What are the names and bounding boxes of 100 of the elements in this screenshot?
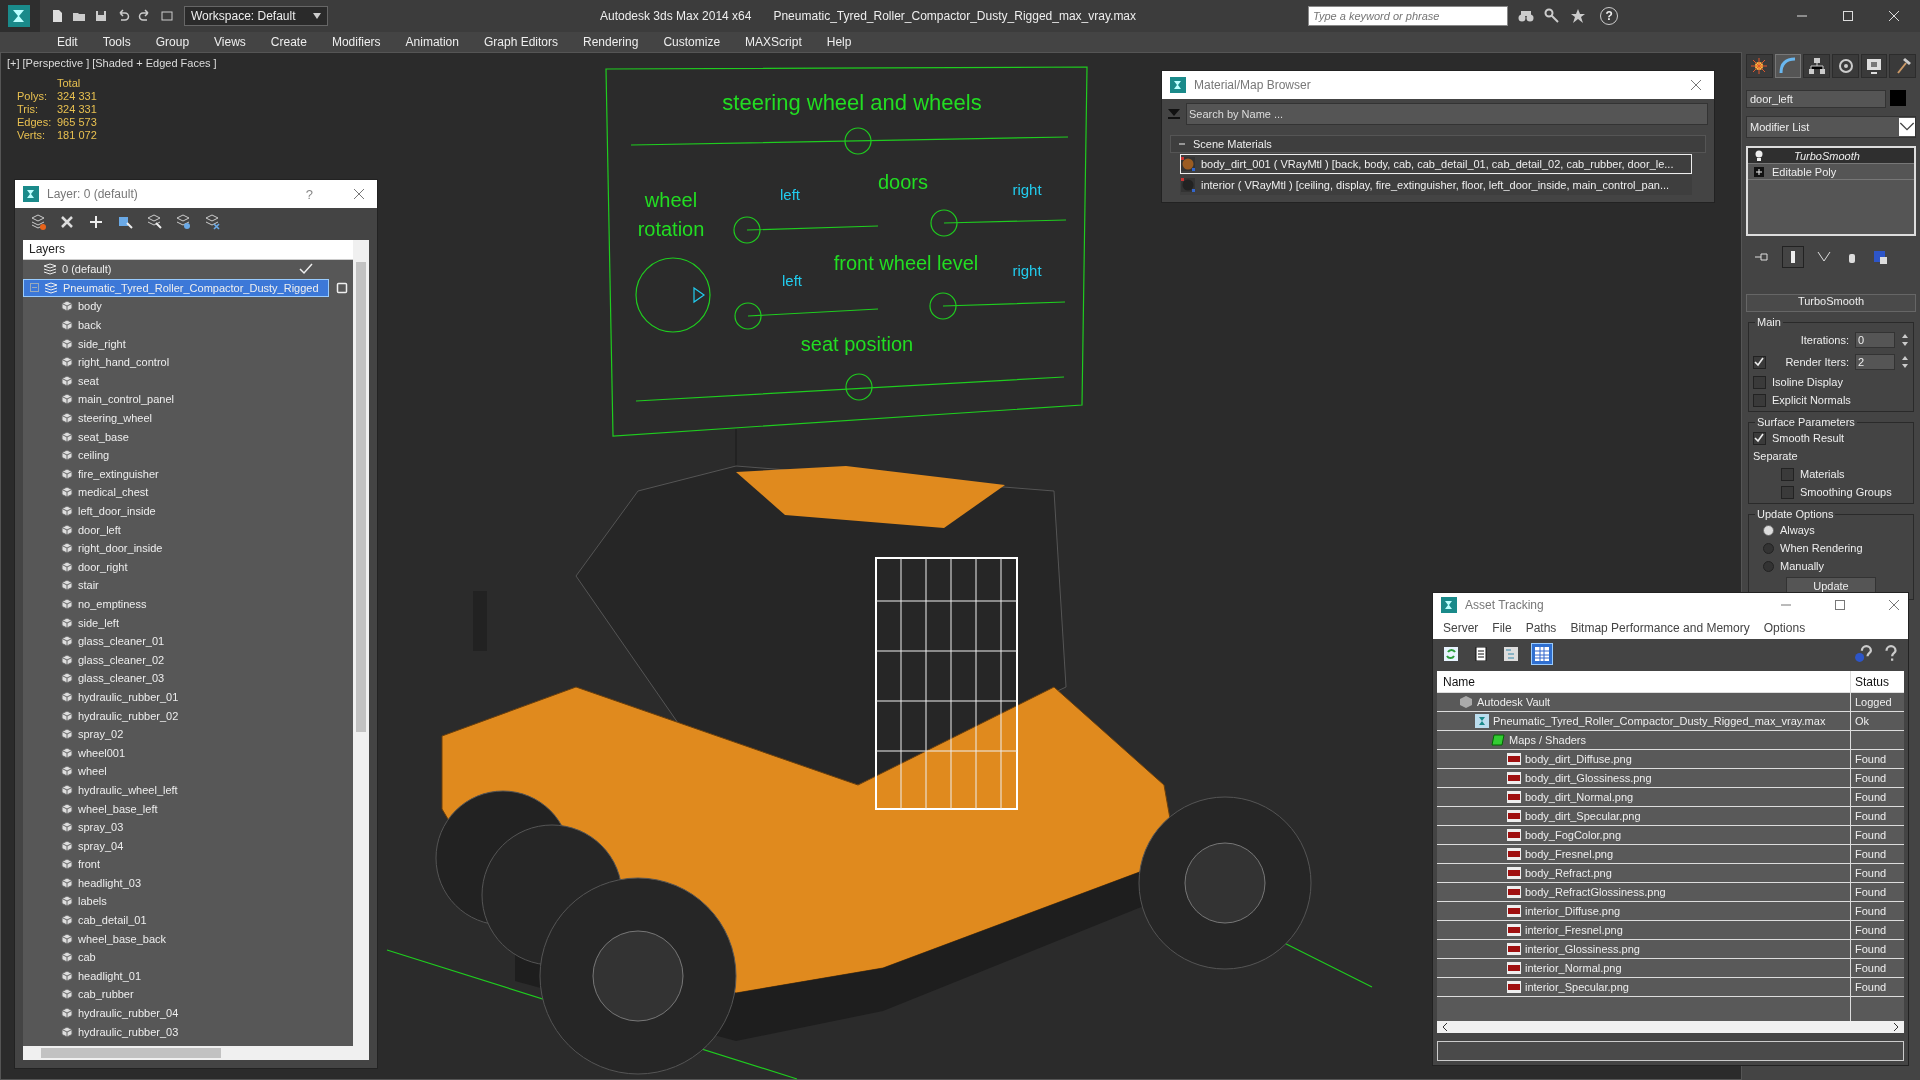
- command-panel-tab[interactable]: [1889, 54, 1917, 78]
- vertical-scrollbar[interactable]: [353, 240, 369, 1046]
- asset-name[interactable]: body_Fresnel.png: [1525, 848, 1614, 860]
- asset-name[interactable]: body_dirt_Glossiness.png: [1525, 772, 1652, 784]
- object-item[interactable]: hydraulic_rubber_03: [23, 1022, 353, 1041]
- group-header[interactable]: Scene Materials: [1170, 135, 1706, 153]
- radio-button[interactable]: [1763, 560, 1774, 572]
- radio-button[interactable]: [1763, 542, 1774, 554]
- object-item[interactable]: ceiling: [23, 445, 353, 465]
- help-question-icon[interactable]: [1882, 645, 1900, 663]
- asset-name[interactable]: Autodesk Vault: [1477, 696, 1551, 708]
- object-item[interactable]: fire_extinguisher: [23, 464, 353, 484]
- select-layer-icon[interactable]: [146, 214, 162, 230]
- add-icon[interactable]: [88, 214, 104, 230]
- menu-item[interactable]: Options: [1763, 621, 1806, 635]
- object-item[interactable]: glass_cleaner_01: [23, 631, 353, 651]
- object-item[interactable]: stair: [23, 576, 353, 595]
- object-color-swatch[interactable]: [1890, 90, 1906, 106]
- menu-item[interactable]: Tools: [102, 35, 131, 49]
- modifier-stack-item[interactable]: TurboSmooth: [1748, 148, 1914, 164]
- menu-item[interactable]: File: [1492, 621, 1512, 635]
- asset-name[interactable]: interior_Glossiness.png: [1525, 943, 1640, 955]
- object-item[interactable]: wheel_base_left: [23, 799, 353, 818]
- command-panel-tab[interactable]: [1803, 54, 1830, 78]
- object-item[interactable]: cab: [23, 947, 353, 967]
- object-item[interactable]: back: [23, 315, 353, 335]
- object-item[interactable]: cab_detail_01: [23, 910, 353, 930]
- checkbox[interactable]: [1781, 485, 1794, 499]
- checkbox[interactable]: [1753, 375, 1766, 389]
- object-item[interactable]: side_right: [23, 334, 353, 353]
- asset-name[interactable]: body_RefractGlossiness.png: [1525, 886, 1666, 898]
- object-item[interactable]: spray_03: [23, 817, 353, 837]
- object-item[interactable]: hydraulic_wheel_left: [23, 780, 353, 800]
- binoculars-icon[interactable]: [1518, 8, 1535, 24]
- column-header[interactable]: Status: [1851, 671, 1904, 692]
- horizontal-scrollbar[interactable]: [1437, 1021, 1904, 1033]
- menu-item[interactable]: Graph Editors: [483, 35, 558, 49]
- object-item[interactable]: hydraulic_rubber_01: [23, 687, 353, 707]
- menu-item[interactable]: Customize: [663, 35, 721, 49]
- asset-name[interactable]: interior_Specular.png: [1525, 981, 1629, 993]
- asset-name[interactable]: interior_Diffuse.png: [1525, 905, 1621, 917]
- object-item[interactable]: door_right: [23, 557, 353, 577]
- modifier-stack-item[interactable]: Editable Poly: [1748, 164, 1914, 180]
- object-item[interactable]: no_emptiness: [23, 594, 353, 614]
- menu-item[interactable]: Group: [155, 35, 190, 49]
- object-item[interactable]: wheel: [23, 762, 353, 781]
- object-item[interactable]: steering_wheel: [23, 408, 353, 428]
- star-icon[interactable]: [1570, 8, 1587, 24]
- object-item[interactable]: right_hand_control: [23, 352, 353, 372]
- menu-item[interactable]: Server: [1443, 621, 1479, 635]
- close-icon[interactable]: [353, 188, 365, 200]
- asset-name[interactable]: body_dirt_Diffuse.png: [1525, 753, 1632, 765]
- help-button[interactable]: ?: [305, 186, 313, 202]
- column-header[interactable]: Name: [1437, 671, 1851, 692]
- checkbox[interactable]: [1753, 355, 1766, 369]
- command-panel-tab[interactable]: [1746, 54, 1773, 78]
- object-item[interactable]: door_left: [23, 520, 353, 539]
- object-item[interactable]: headlight_01: [23, 966, 353, 986]
- horizontal-scrollbar[interactable]: [23, 1046, 369, 1060]
- asset-name[interactable]: body_dirt_Specular.png: [1525, 810, 1641, 822]
- show-end-result-icon[interactable]: [1782, 246, 1804, 268]
- search-field[interactable]: Type a keyword or phrase: [1308, 6, 1509, 26]
- close-icon[interactable]: [1690, 79, 1702, 91]
- object-item[interactable]: spray_04: [23, 836, 353, 855]
- radio-button[interactable]: [1763, 524, 1774, 536]
- spinner-field[interactable]: 2: [1855, 354, 1895, 370]
- rollout-header[interactable]: TurboSmooth: [1746, 294, 1916, 312]
- viewport-menu-label[interactable]: [+]: [7, 57, 20, 69]
- search-field[interactable]: Search by Name ...: [1186, 103, 1708, 125]
- object-item[interactable]: glass_cleaner_02: [23, 650, 353, 670]
- viewport-menu-label[interactable]: [Shaded + Edged Faces ]: [92, 57, 217, 69]
- key-icon[interactable]: [1544, 8, 1561, 24]
- object-item[interactable]: front: [23, 855, 353, 874]
- menu-item[interactable]: Rendering: [583, 35, 639, 49]
- workspace-dropdown[interactable]: Workspace: Default: [184, 6, 328, 26]
- menu-item[interactable]: Edit: [57, 35, 78, 49]
- checkbox[interactable]: [1753, 431, 1766, 445]
- view-button[interactable]: [1441, 644, 1461, 664]
- close-icon[interactable]: [1888, 599, 1900, 611]
- object-item[interactable]: right_door_inside: [23, 538, 353, 558]
- view-button[interactable]: [1501, 644, 1521, 664]
- hide-layers-icon[interactable]: [204, 214, 220, 230]
- menu-item[interactable]: Animation: [405, 35, 459, 49]
- object-item[interactable]: hydraulic_rubber_04: [23, 1003, 353, 1023]
- object-item[interactable]: labels: [23, 892, 353, 911]
- redo-icon[interactable]: [138, 9, 152, 23]
- object-item[interactable]: main_control_panel: [23, 390, 353, 409]
- menu-item[interactable]: Paths: [1525, 621, 1557, 635]
- save-icon[interactable]: [94, 9, 108, 23]
- spinner-arrows-icon[interactable]: [1901, 332, 1909, 348]
- delete-icon[interactable]: [59, 214, 75, 230]
- object-item[interactable]: left_door_inside: [23, 501, 353, 521]
- asset-name[interactable]: body_Refract.png: [1525, 867, 1612, 879]
- select-objects-icon[interactable]: [117, 214, 133, 230]
- spinner-arrows-icon[interactable]: [1901, 354, 1909, 370]
- object-item[interactable]: wheel001: [23, 743, 353, 763]
- collapse-icon[interactable]: [1179, 141, 1185, 147]
- object-item[interactable]: body: [23, 297, 353, 316]
- asset-name[interactable]: Maps / Shaders: [1509, 734, 1587, 746]
- highlight-layer-icon[interactable]: [175, 214, 191, 230]
